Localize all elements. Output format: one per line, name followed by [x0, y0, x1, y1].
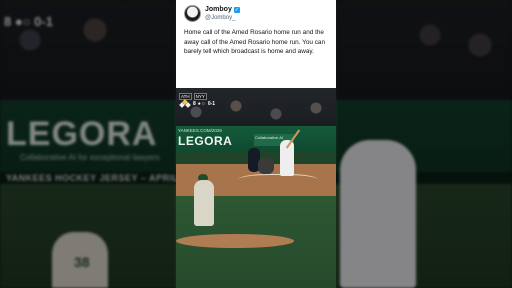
pitch-count: 0-1 — [207, 101, 216, 107]
catcher — [258, 158, 274, 174]
bases-icon — [179, 99, 191, 108]
scorebug: ATH NYY — [179, 93, 207, 100]
name-row: Jomboy ✓ — [205, 6, 240, 14]
display-name[interactable]: Jomboy — [205, 6, 232, 14]
pitchers-mound — [176, 234, 294, 248]
scorebug-row: 8 ●○ 0-1 — [179, 99, 216, 108]
broadcast-video[interactable]: ATH NYY 8 ●○ 0-1 YANKEES.COM/2026 LEGORA… — [176, 88, 336, 288]
team-box-home: NYY — [193, 93, 207, 100]
tweet-card: Jomboy ✓ @Jomboy_ Home call of the Amed … — [176, 0, 336, 88]
batters-box-line — [238, 174, 318, 188]
background-dim-left — [0, 0, 176, 288]
user-handle[interactable]: @Jomboy_ — [205, 14, 240, 22]
short-video-frame[interactable]: Jomboy ✓ @Jomboy_ Home call of the Amed … — [176, 0, 336, 288]
pitcher — [194, 180, 214, 226]
banner-brand: LEGORA — [178, 134, 233, 148]
banner-url: YANKEES.COM/2026 — [178, 128, 222, 133]
outs-indicator: ●○ — [197, 101, 206, 107]
tweet-text: Home call of the Amed Rosario home run a… — [184, 29, 326, 55]
avatar[interactable] — [184, 5, 201, 22]
verified-badge-icon: ✓ — [233, 6, 240, 13]
tweet-header: Jomboy ✓ @Jomboy_ — [184, 4, 330, 23]
tweet-author: Jomboy ✓ @Jomboy_ — [205, 6, 240, 22]
inning: 8 — [193, 101, 196, 107]
background-dim-right — [336, 0, 512, 288]
